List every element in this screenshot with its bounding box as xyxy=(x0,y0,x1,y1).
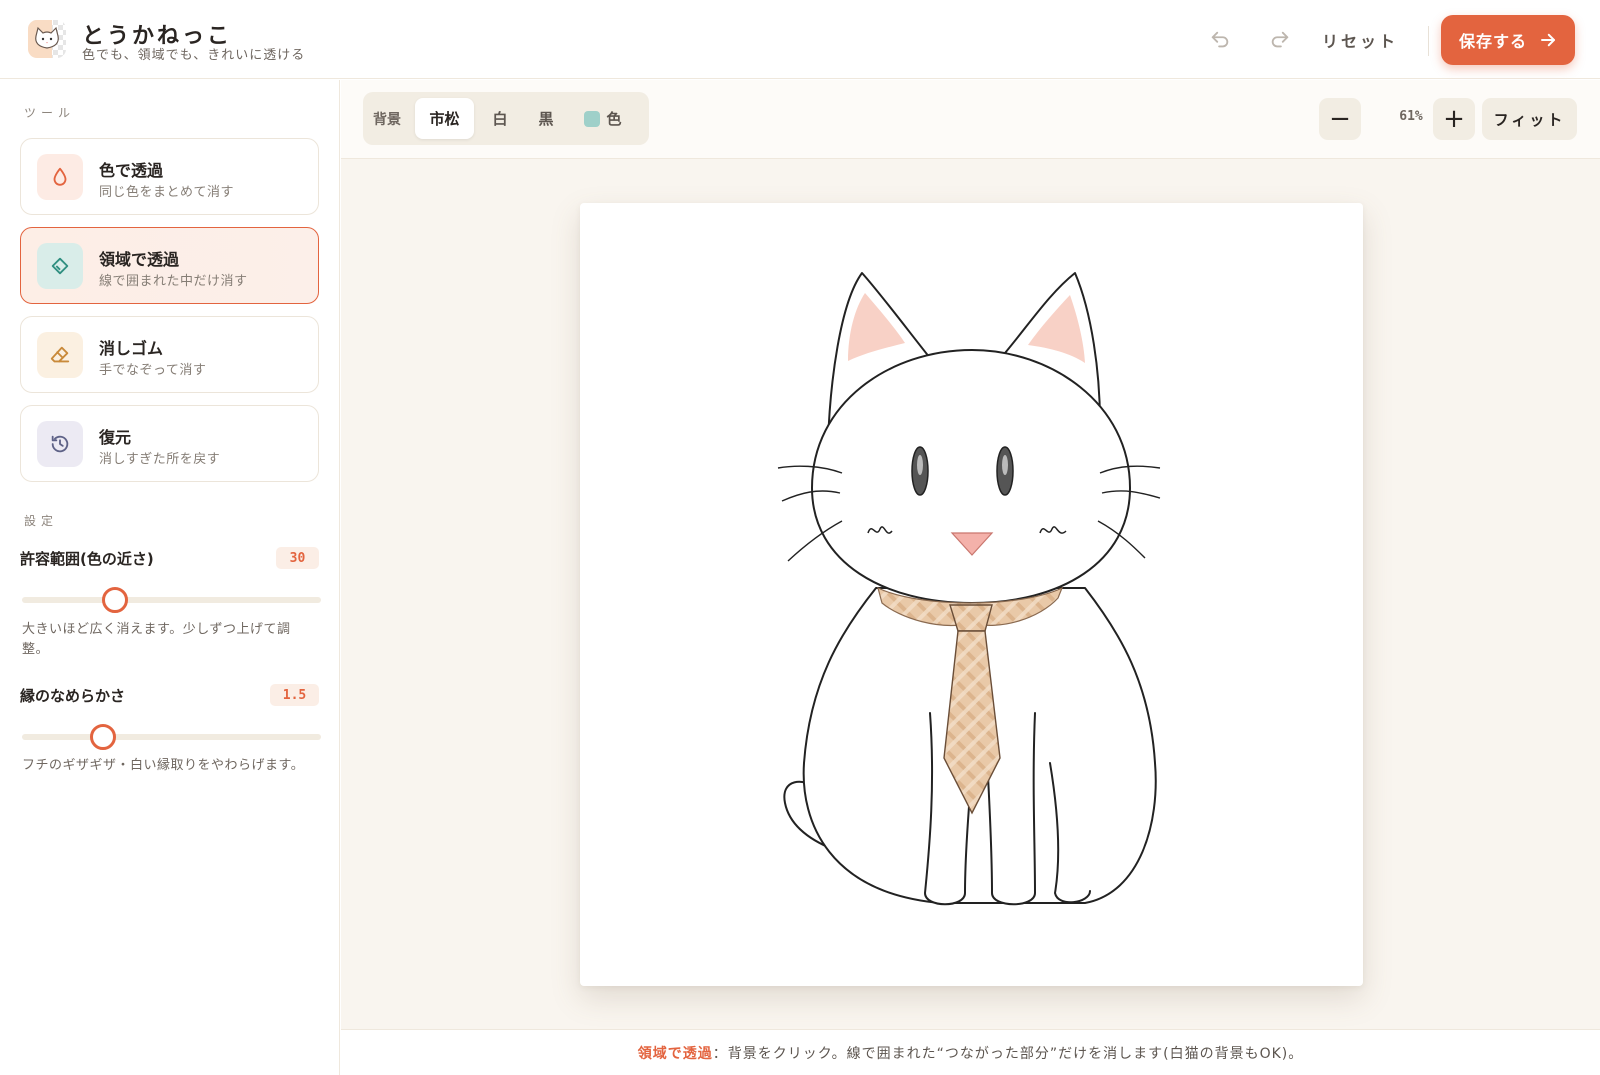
tool-eraser[interactable]: 消しゴム 手でなぞって消す xyxy=(20,316,319,393)
history-icon xyxy=(37,421,83,467)
tool-name: 色で透過 xyxy=(99,161,164,180)
smoothness-value: 1.5 xyxy=(270,684,319,706)
tool-color-transparent[interactable]: 色で透過 同じ色をまとめて消す xyxy=(20,138,319,215)
fit-button[interactable]: フィット xyxy=(1482,98,1577,140)
header-divider xyxy=(1428,26,1429,56)
smoothness-slider-thumb[interactable] xyxy=(89,724,116,750)
image-canvas[interactable] xyxy=(580,203,1363,986)
tolerance-help: 大きいほど広く消えます。少しずつ上げて調整。 xyxy=(22,622,291,657)
cat-illustration xyxy=(777,272,1161,906)
drop-icon xyxy=(37,154,83,200)
save-button[interactable]: 保存する xyxy=(1441,15,1575,65)
tool-name: 復元 xyxy=(99,428,132,447)
status-message: ：背景をクリック。線で囲まれた“つながった部分”だけを消します(白猫の背景もOK… xyxy=(712,1045,1304,1062)
tool-desc: 手でなぞって消す xyxy=(99,363,207,378)
redo-icon[interactable] xyxy=(1268,28,1292,52)
tolerance-label: 許容範囲(色の近さ) xyxy=(20,550,154,568)
reset-button[interactable]: リセット xyxy=(1322,28,1398,52)
tool-restore[interactable]: 復元 消しすぎた所を戻す xyxy=(20,405,319,482)
tools-heading: ツール xyxy=(24,106,76,120)
status-bar: 領域で透過 ：背景をクリック。線で囲まれた“つながった部分”だけを消します(白猫… xyxy=(341,1029,1600,1075)
sidebar: ツール 色で透過 同じ色をまとめて消す 領域で透過 線で囲まれた中だけ消す 消し… xyxy=(0,80,340,1075)
background-label: 背景 xyxy=(373,112,401,128)
zoom-in-button[interactable]: + xyxy=(1433,98,1475,140)
tool-desc: 消しすぎた所を戻す xyxy=(99,452,221,467)
background-selector: 背景 市松 白 黒 色 xyxy=(363,92,649,145)
bg-option-checker[interactable]: 市松 xyxy=(415,98,474,139)
tool-desc: 線で囲まれた中だけ消す xyxy=(99,274,248,289)
tool-name: 領域で透過 xyxy=(99,250,180,269)
settings-heading: 設定 xyxy=(24,514,59,528)
canvas-toolbar: 背景 市松 白 黒 色 − 61% + フィット xyxy=(341,80,1600,159)
bg-option-white[interactable]: 白 xyxy=(481,98,519,139)
tool-name: 消しゴム xyxy=(99,339,164,358)
tolerance-slider-thumb[interactable] xyxy=(101,587,128,613)
smoothness-help: フチのギザギザ・白い縁取りをやわらげます。 xyxy=(22,758,305,773)
paint-bucket-icon xyxy=(37,243,83,289)
undo-icon[interactable] xyxy=(1208,28,1232,52)
status-mode: 領域で透過 xyxy=(637,1045,713,1062)
bg-option-color[interactable]: 色 xyxy=(573,98,633,139)
smoothness-label: 縁のなめらかさ xyxy=(20,687,126,705)
app-logo xyxy=(28,20,66,58)
zoom-out-button[interactable]: − xyxy=(1319,98,1361,140)
bg-option-black[interactable]: 黒 xyxy=(527,98,565,139)
cat-logo-icon xyxy=(35,26,59,49)
arrow-right-icon xyxy=(1541,33,1555,47)
smoothness-slider[interactable] xyxy=(22,734,321,740)
app-subtitle: 色でも、領域でも、きれいに透ける xyxy=(82,48,306,63)
tolerance-slider[interactable] xyxy=(22,597,321,603)
tool-region-transparent[interactable]: 領域で透過 線で囲まれた中だけ消す xyxy=(20,227,319,304)
bg-option-color-label: 色 xyxy=(606,110,622,128)
main-area: 背景 市松 白 黒 色 − 61% + フィット 領域で透過 ：背景をクリック。… xyxy=(341,80,1600,1075)
tool-desc: 同じ色をまとめて消す xyxy=(99,185,235,200)
save-button-label: 保存する xyxy=(1458,32,1527,51)
zoom-level: 61% xyxy=(1399,109,1423,124)
app-header: とうかねっこ 色でも、領域でも、きれいに透ける リセット 保存する xyxy=(0,0,1600,79)
tolerance-value: 30 xyxy=(276,547,319,569)
eraser-icon xyxy=(37,332,83,378)
color-swatch xyxy=(584,110,601,127)
